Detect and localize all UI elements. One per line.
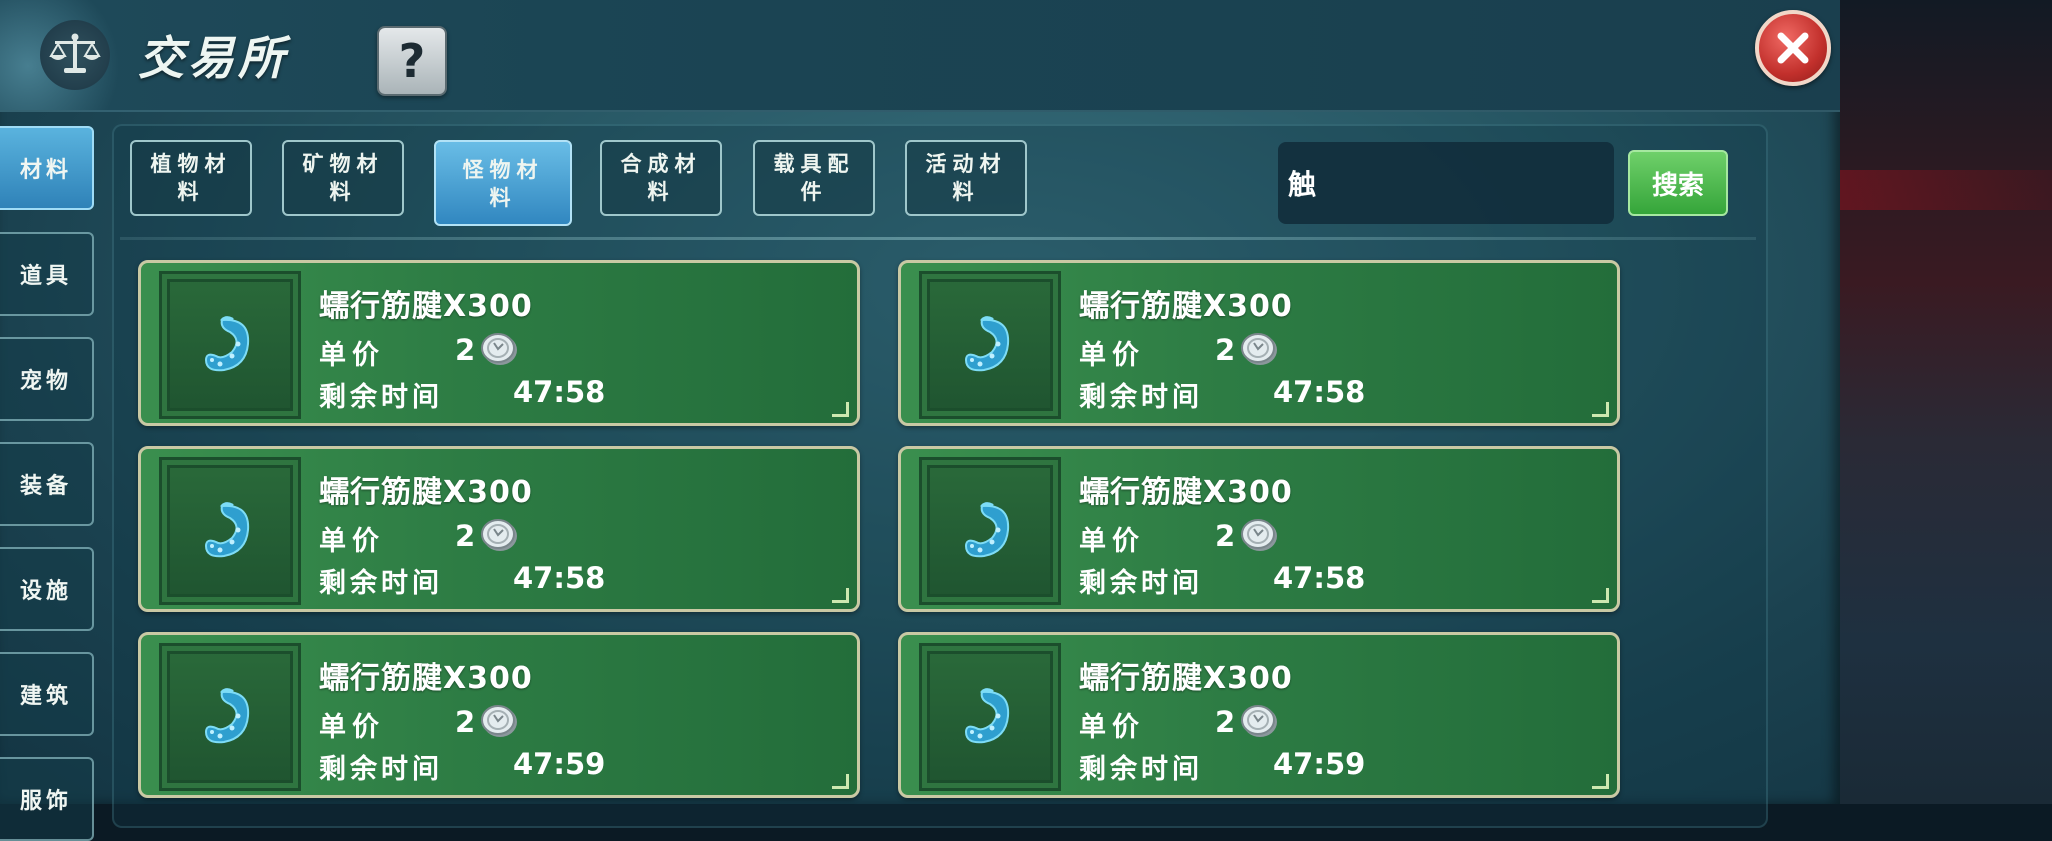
sidebar-tab-label: 服饰 bbox=[19, 789, 72, 814]
sidebar-tab[interactable]: 装备 bbox=[0, 442, 94, 526]
category-tab[interactable]: 合成材料 bbox=[600, 140, 722, 216]
item-name: 蠕行筋腱X300 bbox=[1079, 289, 1293, 324]
price-label: 单价 bbox=[319, 340, 385, 371]
time-left-label: 剩余时间 bbox=[1079, 754, 1203, 785]
question-mark-icon: ? bbox=[398, 34, 426, 88]
listing-card[interactable]: 蠕行筋腱X300 单价 2 剩余时间 47:59 bbox=[898, 632, 1620, 798]
close-icon bbox=[1777, 32, 1809, 64]
item-name: 蠕行筋腱X300 bbox=[1079, 475, 1293, 510]
expand-corner-icon bbox=[1592, 774, 1609, 789]
time-left-label: 剩余时间 bbox=[1079, 568, 1203, 599]
expand-corner-icon bbox=[1592, 588, 1609, 603]
category-tab-label-line2: 料 bbox=[647, 180, 675, 204]
search-input[interactable] bbox=[1278, 142, 1614, 224]
expand-corner-icon bbox=[832, 588, 849, 603]
time-left-label: 剩余时间 bbox=[319, 568, 443, 599]
item-slot bbox=[919, 271, 1061, 419]
category-tab-label: 合成材 bbox=[620, 152, 702, 176]
category-tab-label-line2: 料 bbox=[952, 180, 980, 204]
sidebar-tab-label: 材料 bbox=[19, 158, 72, 183]
time-left-value: 47:58 bbox=[1273, 375, 1366, 409]
sidebar-tab-label: 装备 bbox=[19, 474, 72, 499]
category-tab-label-line2: 料 bbox=[489, 186, 517, 210]
item-slot bbox=[159, 643, 301, 791]
item-slot bbox=[919, 643, 1061, 791]
listing-card[interactable]: 蠕行筋腱X300 单价 2 剩余时间 47:58 bbox=[898, 446, 1620, 612]
price-label: 单价 bbox=[319, 526, 385, 557]
window-title: 交易所 bbox=[138, 31, 288, 85]
title-bar: 交易所 ? bbox=[0, 0, 1840, 112]
listing-card[interactable]: 蠕行筋腱X300 单价 2 剩余时间 47:58 bbox=[898, 260, 1620, 426]
sidebar-tab[interactable]: 服饰 bbox=[0, 757, 94, 841]
price-value: 2 bbox=[455, 705, 476, 739]
sidebar-tab[interactable]: 建筑 bbox=[0, 652, 94, 736]
time-left-value: 47:59 bbox=[513, 747, 606, 781]
price-label: 单价 bbox=[1079, 340, 1145, 371]
trading-window: 交易所 ? 材料 道具 宠物 装备 设施 建筑 服饰 植物材料矿物材料怪物材料合成材料载具配… bbox=[0, 0, 1840, 841]
category-tab[interactable]: 植物材料 bbox=[130, 140, 252, 216]
sidebar-tab[interactable]: 材料 bbox=[0, 126, 94, 210]
category-tab-label: 载具配 bbox=[773, 152, 855, 176]
time-left-value: 47:58 bbox=[513, 375, 606, 409]
expand-corner-icon bbox=[832, 774, 849, 789]
category-tab[interactable]: 载具配件 bbox=[753, 140, 875, 216]
sidebar-tab[interactable]: 道具 bbox=[0, 232, 94, 316]
sidebar-tab-label: 道具 bbox=[19, 264, 72, 289]
listing-card[interactable]: 蠕行筋腱X300 单价 2 剩余时间 47:58 bbox=[138, 260, 860, 426]
item-name: 蠕行筋腱X300 bbox=[319, 289, 533, 324]
silver-coin-icon bbox=[1239, 517, 1279, 557]
help-button[interactable]: ? bbox=[377, 26, 447, 96]
time-left-label: 剩余时间 bbox=[319, 754, 443, 785]
category-tab-label-line2: 料 bbox=[177, 180, 205, 204]
sidebar-tab[interactable]: 设施 bbox=[0, 547, 94, 631]
price-value: 2 bbox=[1215, 705, 1236, 739]
time-left-value: 47:59 bbox=[1273, 747, 1366, 781]
search-button[interactable]: 搜索 bbox=[1628, 150, 1728, 216]
sidebar-tab[interactable]: 宠物 bbox=[0, 337, 94, 421]
price-value: 2 bbox=[1215, 333, 1236, 367]
scale-icon bbox=[40, 20, 110, 90]
background-scene bbox=[1840, 0, 2052, 804]
item-name: 蠕行筋腱X300 bbox=[319, 475, 533, 510]
sidebar-tab-label: 设施 bbox=[19, 579, 72, 604]
item-name: 蠕行筋腱X300 bbox=[1079, 661, 1293, 696]
silver-coin-icon bbox=[1239, 331, 1279, 371]
category-tab-label: 活动材 bbox=[925, 152, 1007, 176]
listing-card[interactable]: 蠕行筋腱X300 单价 2 剩余时间 47:58 bbox=[138, 446, 860, 612]
price-value: 2 bbox=[1215, 519, 1236, 553]
price-label: 单价 bbox=[1079, 526, 1145, 557]
category-tab[interactable]: 矿物材料 bbox=[282, 140, 404, 216]
time-left-value: 47:58 bbox=[513, 561, 606, 595]
category-tab-label-line2: 件 bbox=[800, 180, 828, 204]
price-label: 单价 bbox=[1079, 712, 1145, 743]
divider bbox=[120, 237, 1756, 240]
silver-coin-icon bbox=[1239, 703, 1279, 743]
silver-coin-icon bbox=[479, 517, 519, 557]
category-tab[interactable]: 活动材料 bbox=[905, 140, 1027, 216]
item-name: 蠕行筋腱X300 bbox=[319, 661, 533, 696]
item-slot bbox=[159, 271, 301, 419]
expand-corner-icon bbox=[1592, 402, 1609, 417]
category-tab[interactable]: 怪物材料 bbox=[434, 140, 572, 226]
close-button[interactable] bbox=[1755, 10, 1831, 86]
expand-corner-icon bbox=[832, 402, 849, 417]
category-tab-label: 矿物材 bbox=[302, 152, 384, 176]
item-slot bbox=[159, 457, 301, 605]
category-tab-label: 怪物材 bbox=[462, 158, 544, 182]
price-value: 2 bbox=[455, 333, 476, 367]
time-left-value: 47:58 bbox=[1273, 561, 1366, 595]
listing-card[interactable]: 蠕行筋腱X300 单价 2 剩余时间 47:59 bbox=[138, 632, 860, 798]
price-value: 2 bbox=[455, 519, 476, 553]
time-left-label: 剩余时间 bbox=[319, 382, 443, 413]
price-label: 单价 bbox=[319, 712, 385, 743]
category-tab-label: 植物材 bbox=[150, 152, 232, 176]
sidebar-tab-label: 建筑 bbox=[19, 684, 72, 709]
item-slot bbox=[919, 457, 1061, 605]
sidebar-tab-label: 宠物 bbox=[19, 369, 72, 394]
silver-coin-icon bbox=[479, 331, 519, 371]
silver-coin-icon bbox=[479, 703, 519, 743]
time-left-label: 剩余时间 bbox=[1079, 382, 1203, 413]
category-tab-label-line2: 料 bbox=[329, 180, 357, 204]
